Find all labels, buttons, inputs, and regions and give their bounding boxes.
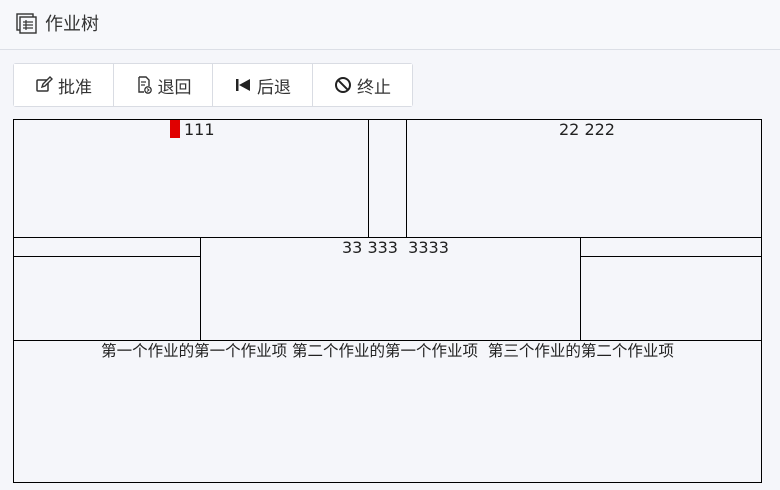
tree-node-level2-left-bottom [13, 256, 201, 341]
tree-grid-icon [15, 12, 37, 34]
node-label-33333: 33 333 3333 [342, 238, 449, 257]
return-document-icon [135, 76, 153, 94]
skip-back-icon [234, 76, 252, 94]
tree-node-level2-center[interactable]: 33 333 3333 [200, 237, 581, 341]
ban-icon [334, 76, 352, 94]
approve-button[interactable]: 批准 [14, 64, 114, 106]
page-title: 作业树 [45, 14, 99, 35]
tree-node-level2-left-top [13, 237, 201, 257]
approve-edit-icon [35, 76, 53, 94]
action-toolbar: 批准 退回 后退 终止 [13, 63, 413, 107]
tree-node-level1-right[interactable]: 22 222 [406, 119, 762, 238]
back-label: 后退 [257, 77, 291, 98]
job-tree-grid: 111 22 222 33 333 3333 第一个作业的第一个作业项 第二个作… [13, 119, 762, 483]
node-label-111: 111 [184, 120, 215, 139]
tree-node-level1-spacer [368, 119, 407, 238]
node-label-22222: 22 222 [559, 120, 615, 139]
page-header: 作业树 [0, 0, 780, 50]
stop-button[interactable]: 终止 [313, 64, 412, 106]
stop-label: 终止 [357, 77, 391, 98]
node-label-job-items: 第一个作业的第一个作业项 第二个作业的第一个作业项 第三个作业的第二个作业项 [101, 342, 674, 360]
back-button[interactable]: 后退 [213, 64, 313, 106]
tree-node-level3[interactable]: 第一个作业的第一个作业项 第二个作业的第一个作业项 第三个作业的第二个作业项 [13, 340, 762, 483]
tree-node-level2-right-bottom [580, 256, 762, 341]
return-label: 退回 [157, 77, 192, 98]
tree-node-level1-left[interactable]: 111 [13, 119, 369, 238]
tree-node-level2-right-top [580, 237, 762, 257]
return-button[interactable]: 退回 [114, 64, 213, 106]
approve-label: 批准 [58, 77, 92, 98]
flag-icon [170, 120, 180, 138]
